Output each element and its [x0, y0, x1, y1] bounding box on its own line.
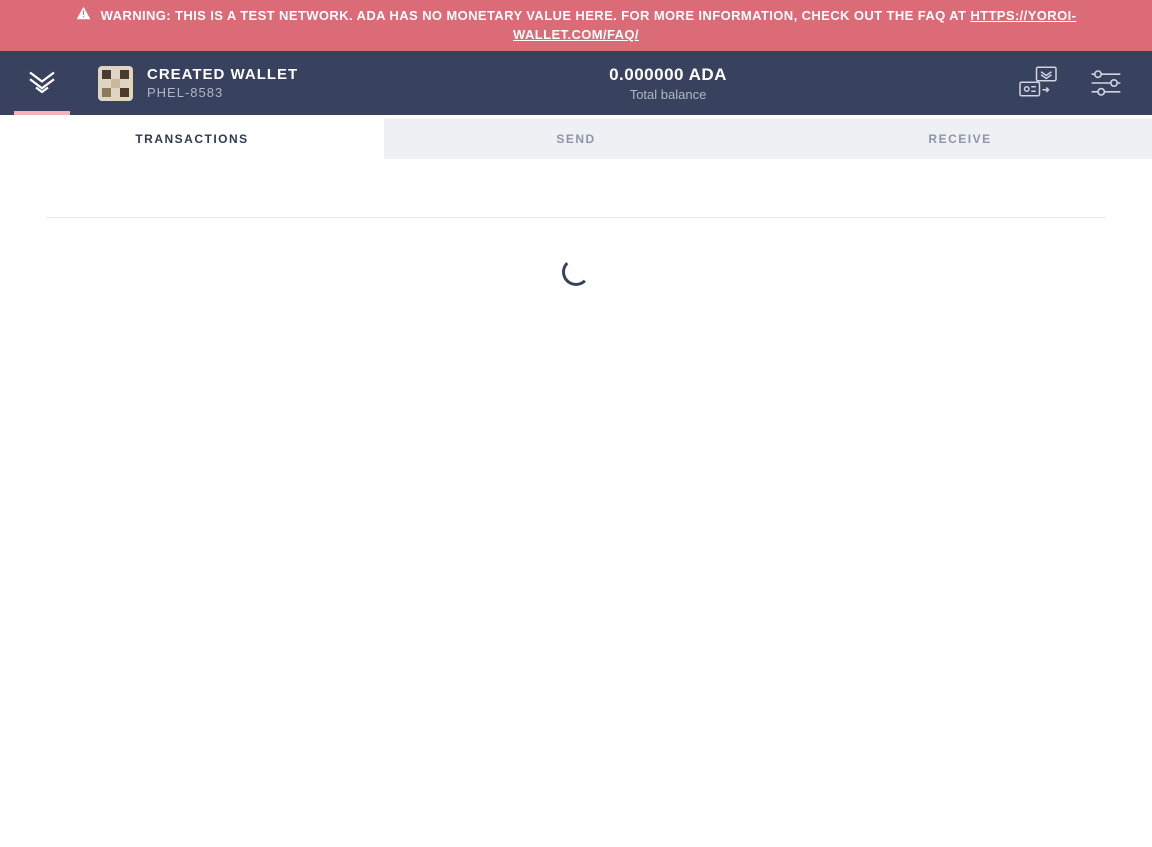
balance-label: Total balance [320, 87, 1016, 102]
content-divider [46, 217, 1106, 218]
loading-spinner-container [46, 258, 1106, 286]
tab-transactions[interactable]: TRANSACTIONS [0, 119, 384, 159]
wallet-tabs: TRANSACTIONS SEND RECEIVE [0, 119, 1152, 159]
loading-progress-indicator [14, 111, 70, 115]
wallet-plate-id: PHEL-8583 [147, 85, 298, 100]
warning-icon [76, 6, 91, 25]
loading-spinner-icon [562, 258, 590, 286]
buy-sell-icon[interactable] [1016, 61, 1060, 105]
tab-send[interactable]: SEND [384, 119, 768, 159]
header-balance: 0.000000 ADA Total balance [320, 65, 1016, 102]
wallet-name: CREATED WALLET [147, 66, 298, 83]
warning-text: WARNING: THIS IS A TEST NETWORK. ADA HAS… [101, 8, 971, 23]
wallet-avatar-icon [98, 66, 133, 101]
header-actions [1016, 61, 1152, 105]
tab-receive[interactable]: RECEIVE [768, 119, 1152, 159]
yoroi-logo[interactable] [0, 51, 84, 115]
transactions-panel [0, 159, 1152, 286]
testnet-warning-banner: WARNING: THIS IS A TEST NETWORK. ADA HAS… [0, 0, 1152, 51]
balance-amount: 0.000000 ADA [320, 65, 1016, 85]
settings-icon[interactable] [1084, 61, 1128, 105]
wallet-identity[interactable]: CREATED WALLET PHEL-8583 [84, 66, 298, 101]
header-left: CREATED WALLET PHEL-8583 [0, 51, 320, 115]
app-header: CREATED WALLET PHEL-8583 0.000000 ADA To… [0, 51, 1152, 115]
